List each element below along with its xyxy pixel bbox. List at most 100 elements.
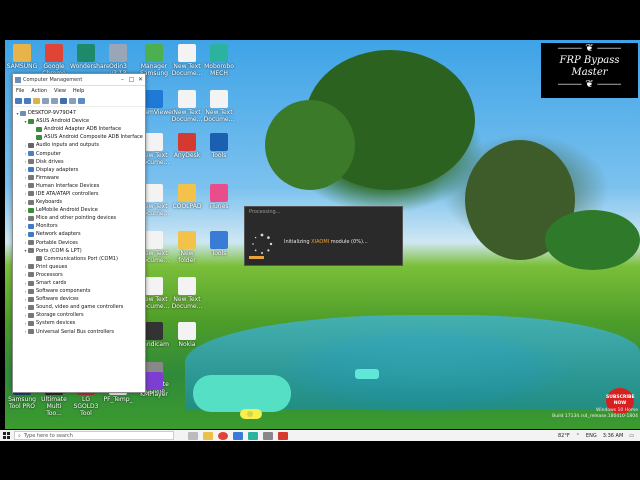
maximize-button[interactable]: □ <box>127 76 136 83</box>
desktop-icon-ic10[interactable]: New Text Docume... <box>203 90 235 123</box>
tree-node[interactable]: › Audio inputs and outputs <box>15 141 145 149</box>
ic5-icon <box>145 44 163 62</box>
up-icon[interactable] <box>33 98 40 104</box>
forward-icon[interactable] <box>24 98 31 104</box>
tree-node[interactable]: › Sound, video and game controllers <box>15 303 145 311</box>
tree-node-label: Mice and other pointing devices <box>36 215 117 222</box>
tree-node[interactable]: › Storage controllers <box>15 311 145 319</box>
tree-node-label: Sound, video and game controllers <box>36 304 124 311</box>
tree-node[interactable]: › Universal Serial Bus controllers <box>15 328 145 336</box>
desktop-icon-label: SAMSUNG <box>6 63 38 70</box>
subscribe-line2: NOW <box>613 401 627 406</box>
desktop-icon-label: New Text Docume... <box>171 296 203 310</box>
properties-icon[interactable] <box>51 98 58 104</box>
tree-node[interactable]: › Display adapters <box>15 166 145 174</box>
desktop-icon-ic16[interactable]: iTunes <box>203 184 235 210</box>
desktop-icon-ic9[interactable]: New Text Docume... <box>171 90 203 123</box>
tree-node[interactable]: › Human Interface Devices <box>15 182 145 190</box>
window-titlebar[interactable]: Computer Management – □ ✕ <box>13 74 145 86</box>
app-icon-2[interactable] <box>248 431 258 440</box>
tree-node[interactable]: › Network adapters <box>15 230 145 238</box>
desktop-icon-ic19[interactable]: Tools <box>203 231 235 257</box>
desktop-icon-ic3[interactable]: Wondershare <box>70 44 110 70</box>
desktop-icon-label: New Text Docume... <box>171 109 203 123</box>
tree-node[interactable]: › LeMobile Android Device <box>15 206 145 214</box>
desktop-icon-ic13[interactable]: Tools <box>203 133 235 159</box>
message-brand: XIAOMI <box>311 239 330 245</box>
clock[interactable]: 3:36 AM <box>603 433 624 439</box>
show-tree-icon[interactable] <box>42 98 49 104</box>
display-icon[interactable] <box>78 98 85 104</box>
tree-node[interactable]: › Portable Devices <box>15 239 145 247</box>
help-icon[interactable] <box>60 98 67 104</box>
tree-node[interactable]: › System devices <box>15 319 145 327</box>
desktop-icon-ic6[interactable]: New Text Docume... <box>171 44 203 77</box>
yellow-toggle-shape <box>240 409 262 419</box>
close-button[interactable]: ✕ <box>136 76 145 83</box>
computer-management-window[interactable]: Computer Management – □ ✕ File Action Vi… <box>12 73 146 393</box>
tree-node[interactable]: › Software components <box>15 287 145 295</box>
tree-node[interactable]: ▾ DESKTOP-9V79D47 <box>15 109 145 117</box>
desktop-icon-label: AnyDesk <box>173 152 201 159</box>
menu-action[interactable]: Action <box>31 88 47 94</box>
device-category-icon <box>28 280 34 286</box>
scan-icon[interactable] <box>69 98 76 104</box>
tree-node[interactable]: › Monitors <box>15 222 145 230</box>
tree-node[interactable]: ▾ Ports (COM & LPT) <box>15 247 145 255</box>
tree-node[interactable]: › Software devices <box>15 295 145 303</box>
desktop-icon-label: PF_Temp_ <box>103 396 133 403</box>
menu-help[interactable]: Help <box>73 88 84 94</box>
notification-icon[interactable]: ▭ <box>629 433 634 439</box>
app-icon-3[interactable] <box>263 431 273 440</box>
tree-node-label: Disk drives <box>36 158 64 165</box>
ic8-icon <box>145 90 163 108</box>
ic1-icon <box>13 44 31 62</box>
desktop-icon-ic7[interactable]: Moborobo MECH <box>203 44 235 77</box>
tree-node[interactable]: Communications Port (COM1) <box>15 255 145 263</box>
chrome-icon[interactable] <box>218 431 228 440</box>
ic6-icon <box>178 44 196 62</box>
tree-node[interactable]: ▾ ASUS Android Device <box>15 117 145 125</box>
tree-node[interactable]: › Disk drives <box>15 158 145 166</box>
back-icon[interactable] <box>15 98 22 104</box>
ic4-icon <box>109 44 127 62</box>
menu-file[interactable]: File <box>16 88 24 94</box>
file-explorer-icon[interactable] <box>203 431 213 440</box>
minimize-button[interactable]: – <box>118 76 127 83</box>
desktop-icon-ic20[interactable]: New Text Docume... <box>171 277 203 310</box>
task-view-icon[interactable] <box>188 431 198 440</box>
tree-node-label: Network adapters <box>36 231 81 238</box>
language-indicator[interactable]: ENG <box>586 433 597 439</box>
message-suffix: module (0%)... <box>329 239 368 245</box>
tree-node[interactable]: › Keyboards <box>15 198 145 206</box>
tree-node[interactable]: › Mice and other pointing devices <box>15 214 145 222</box>
desktop-icon-ic18[interactable]: New folder <box>171 231 203 264</box>
tree-node[interactable]: › Firmware <box>15 174 145 182</box>
ic17-icon <box>145 231 163 249</box>
desktop-icon-ic22[interactable]: Nokia <box>171 322 203 348</box>
desktop-icon-ic12[interactable]: AnyDesk <box>171 133 203 159</box>
taskbar-pinned-apps <box>188 431 293 440</box>
device-category-icon <box>36 126 42 132</box>
teal-overlay-pill <box>355 369 379 379</box>
tree-node[interactable]: › Computer <box>15 149 145 157</box>
ic9-icon <box>178 90 196 108</box>
tray-arrow-icon[interactable]: ⌃ <box>576 433 580 439</box>
tree-node[interactable]: Android Adapter ADB Interface <box>15 125 145 133</box>
tree-node-label: DESKTOP-9V79D47 <box>28 110 76 117</box>
desktop-icon-ic1[interactable]: SAMSUNG <box>6 44 38 70</box>
app-icon-4[interactable] <box>278 431 288 440</box>
weather-temp[interactable]: 82°F <box>558 433 570 439</box>
tree-node[interactable]: › IDE ATA/ATAPI controllers <box>15 190 145 198</box>
taskbar-search[interactable]: ⌕ Type here to search <box>14 431 174 440</box>
tree-node[interactable]: › Processors <box>15 271 145 279</box>
device-category-icon <box>28 288 34 294</box>
app-icon-1[interactable] <box>233 431 243 440</box>
desktop-icon-ic15[interactable]: COOLPAD <box>171 184 203 210</box>
tree-node-label: Display adapters <box>36 166 79 173</box>
menu-view[interactable]: View <box>54 88 66 94</box>
tree-node[interactable]: › Smart cards <box>15 279 145 287</box>
start-button[interactable] <box>0 430 12 441</box>
tree-node[interactable]: › Print queues <box>15 263 145 271</box>
tree-node[interactable]: ASUS Android Composite ADB Interface <box>15 133 145 141</box>
